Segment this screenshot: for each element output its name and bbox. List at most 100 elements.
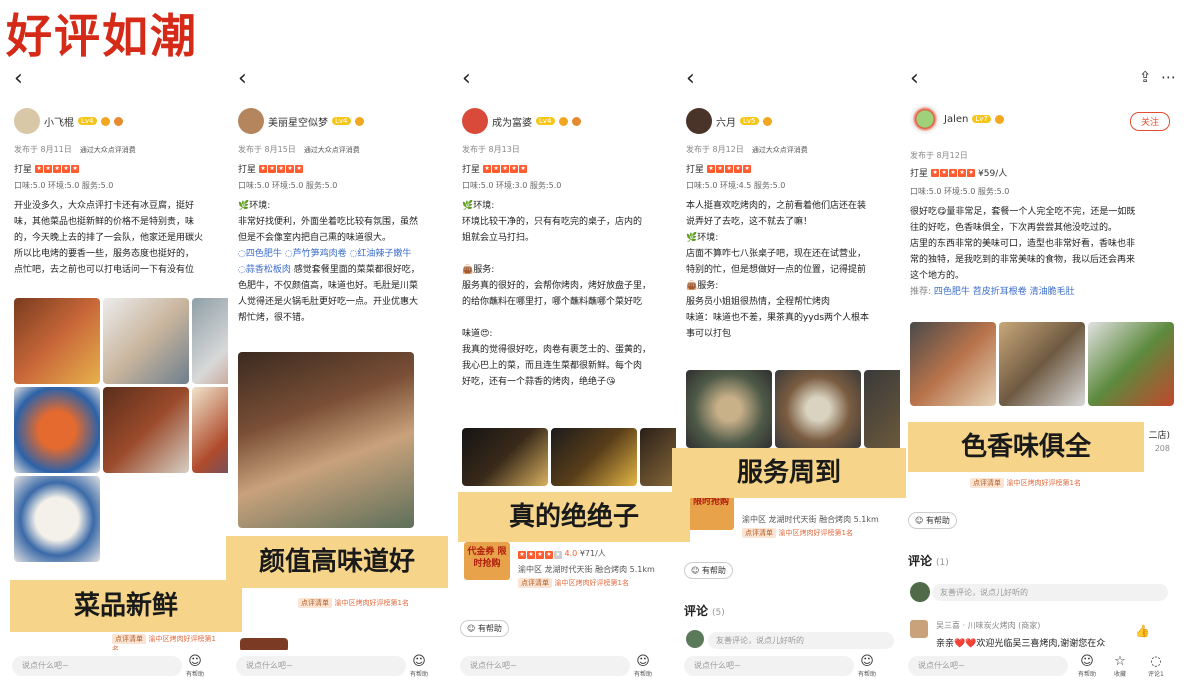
review-line: 店面不算咋七八张桌子吧，现在还在试营业， <box>686 249 867 259</box>
review-line: 感觉套餐里面的菜菜都很好吃， <box>293 265 420 275</box>
food-photo[interactable] <box>103 387 189 473</box>
back-icon[interactable]: ‹ <box>686 66 695 91</box>
smile-icon: ☺ <box>915 516 924 525</box>
review-line: 味道：味道也不差，果茶真的yyds两个人根本 <box>686 313 870 323</box>
helpful-button[interactable]: ☺ 有帮助 <box>634 654 652 678</box>
dish-link[interactable]: ◌红油辣子嫩牛 <box>349 249 411 259</box>
avatar[interactable] <box>910 104 940 134</box>
review-line: 🌿环境: <box>686 233 719 243</box>
comment-field[interactable]: 友善评论，说点儿好听的 <box>932 584 1168 601</box>
comment-field[interactable]: 友善评论，说点儿好听的 <box>708 632 894 649</box>
rank-text: 渝中区烤肉好评榜第1名 <box>778 529 854 537</box>
shop-card[interactable]: 点评清单 渝中区烤肉好评榜第1名 <box>12 630 222 653</box>
username[interactable]: 小飞棍 <box>44 114 74 129</box>
back-icon[interactable]: ‹ <box>462 66 471 91</box>
dianping-tag: 点评清单 <box>112 634 146 644</box>
comment-count: (5) <box>712 608 725 618</box>
food-photo[interactable] <box>103 298 189 384</box>
avatar[interactable] <box>462 108 488 134</box>
food-photo[interactable] <box>462 428 548 486</box>
share-icon[interactable]: ⇪ <box>1139 68 1152 86</box>
review-panel-5: ‹ ⇪ ⋯ Jalen Lv7 关注 发布于 8月12日 打星 ★ ★ ★ ★ ★ ¥5… <box>902 64 1180 684</box>
food-photo[interactable] <box>910 322 996 406</box>
food-photo[interactable] <box>864 370 900 448</box>
rating-row: 打星 ★ ★ ★ ★ ★ <box>686 162 752 175</box>
back-icon[interactable]: ‹ <box>238 66 247 91</box>
comment-input[interactable]: 说点什么吧~ <box>236 656 406 676</box>
comment-input[interactable]: 说点什么吧~ <box>908 656 1068 676</box>
helpful-button[interactable]: ☺ 有帮助 <box>684 562 733 579</box>
review-text: 很好吃😋量非常足，套餐一个人完全吃不完，还是一如既 往的好吃，色香味俱全，下次再… <box>910 204 1180 300</box>
publish-info: 发布于 8月15日 通过大众点评消费 <box>238 144 360 155</box>
avatar[interactable] <box>14 108 40 134</box>
rating-row: 打星 ★ ★ ★ ★ ★ ¥59/人 <box>910 166 1007 179</box>
like-icon[interactable]: 👍 <box>1135 624 1150 638</box>
food-photo[interactable] <box>14 387 100 473</box>
comment-button[interactable]: ◌ 评论1 <box>1148 654 1164 678</box>
helpful-button[interactable]: ☺ 有帮助 <box>186 654 204 678</box>
comment-input[interactable]: 说点什么吧~ <box>12 656 182 676</box>
back-icon[interactable]: ‹ <box>14 66 23 91</box>
rating-label: 打星 <box>686 165 705 175</box>
helpful-label: 有帮助 <box>925 516 950 525</box>
food-photo[interactable] <box>775 370 861 448</box>
helpful-button[interactable]: ☺ 有帮助 <box>460 620 509 637</box>
level-badge: Lv7 <box>972 115 991 123</box>
review-line: 开业没多久，大众点评打卡还有冰豆腐，挺好 <box>14 201 195 211</box>
username[interactable]: 美丽星空似梦 <box>268 114 328 129</box>
rating-label: 打星 <box>14 165 33 175</box>
comment-input[interactable]: 说点什么吧~ <box>684 656 854 676</box>
helpful-button[interactable]: ☺ 有帮助 <box>410 654 428 678</box>
review-line: 店里的东西非常的美味可口，造型也非常好看，香味也非 <box>910 239 1136 249</box>
rating-label: 打星 <box>462 165 481 175</box>
avatar[interactable] <box>238 108 264 134</box>
food-photo[interactable] <box>1088 322 1174 406</box>
food-photo[interactable] <box>999 322 1085 406</box>
comment-title: 评论 <box>684 604 709 618</box>
shop-rating: 4.0 <box>564 549 578 558</box>
photo-grid <box>910 322 1174 406</box>
food-photo[interactable] <box>14 476 100 562</box>
bottom-bar: 说点什么吧~ ☺ 有帮助 ☆ 收藏 ◌ 评论1 <box>902 650 1180 684</box>
food-photo[interactable] <box>238 352 414 528</box>
shop-card[interactable]: 点评清单 渝中区烤肉好评榜第1名 <box>236 594 446 616</box>
username[interactable]: Jalen <box>944 114 968 125</box>
sub-scores: 口味:5.0 环境:5.0 服务:5.0 <box>14 181 114 190</box>
dish-link[interactable]: ◌芦竹笋鸡肉卷 <box>285 249 347 259</box>
comment-header: 评论 (5) <box>684 602 725 619</box>
shop-card[interactable]: 代金券 限时抢购 ★ ★ ★ ★ ★ 4.0 ¥71/人 渝中区 龙湖时代天街 融合烤肉… <box>460 542 670 592</box>
smile-icon: ☺ <box>188 654 202 669</box>
favorite-button[interactable]: ☆ 收藏 <box>1114 654 1126 678</box>
dianping-tag: 点评清单 <box>518 578 552 588</box>
avatar[interactable] <box>686 108 712 134</box>
back-icon[interactable]: ‹ <box>910 66 919 91</box>
food-photo[interactable] <box>192 298 228 384</box>
review-line: 好吃，还有一个蒜香的烤肉，绝绝子😘 <box>462 377 616 387</box>
food-photo[interactable] <box>686 370 772 448</box>
dish-link[interactable]: ◌四色肥牛 <box>238 249 282 259</box>
comment-input[interactable]: 说点什么吧~ <box>460 656 630 676</box>
helpful-button[interactable]: ☺ 有帮助 <box>1078 654 1096 678</box>
food-photo[interactable] <box>14 298 100 384</box>
food-photo[interactable] <box>192 387 228 473</box>
recommend-dishes[interactable]: 四色肥牛 苕皮折耳根卷 清油脆毛肚 <box>934 287 1075 297</box>
food-photo[interactable] <box>551 428 637 486</box>
recommend-label: 推荐: <box>910 287 932 297</box>
username[interactable]: 成为富婆 <box>492 114 532 129</box>
level-badge: Lv4 <box>78 117 97 125</box>
user-row: 成为富婆 Lv4 <box>462 108 581 134</box>
username[interactable]: 六月 <box>716 114 736 129</box>
bottom-bar: 说点什么吧~ ☺ 有帮助 <box>6 650 228 684</box>
publish-info: 发布于 8月11日 通过大众点评消费 <box>14 144 136 155</box>
publish-date: 发布于 8月12日 <box>686 145 744 154</box>
helpful-button[interactable]: ☺ 有帮助 <box>858 654 876 678</box>
helpful-button[interactable]: ☺ 有帮助 <box>908 512 957 529</box>
smile-icon: ☺ <box>636 654 650 669</box>
food-photo[interactable] <box>640 428 676 486</box>
follow-button[interactable]: 关注 <box>1129 112 1170 131</box>
rating-row: 打星 ★ ★ ★ ★ ★ <box>462 162 528 175</box>
dish-link[interactable]: ◌蒜香松板肉 <box>238 265 291 275</box>
helpful-label: 有帮助 <box>186 671 205 678</box>
more-icon[interactable]: ⋯ <box>1161 68 1176 86</box>
review-line: 色肥牛，不仅颜值高，味道也好。毛肚是川菜 <box>238 281 419 291</box>
